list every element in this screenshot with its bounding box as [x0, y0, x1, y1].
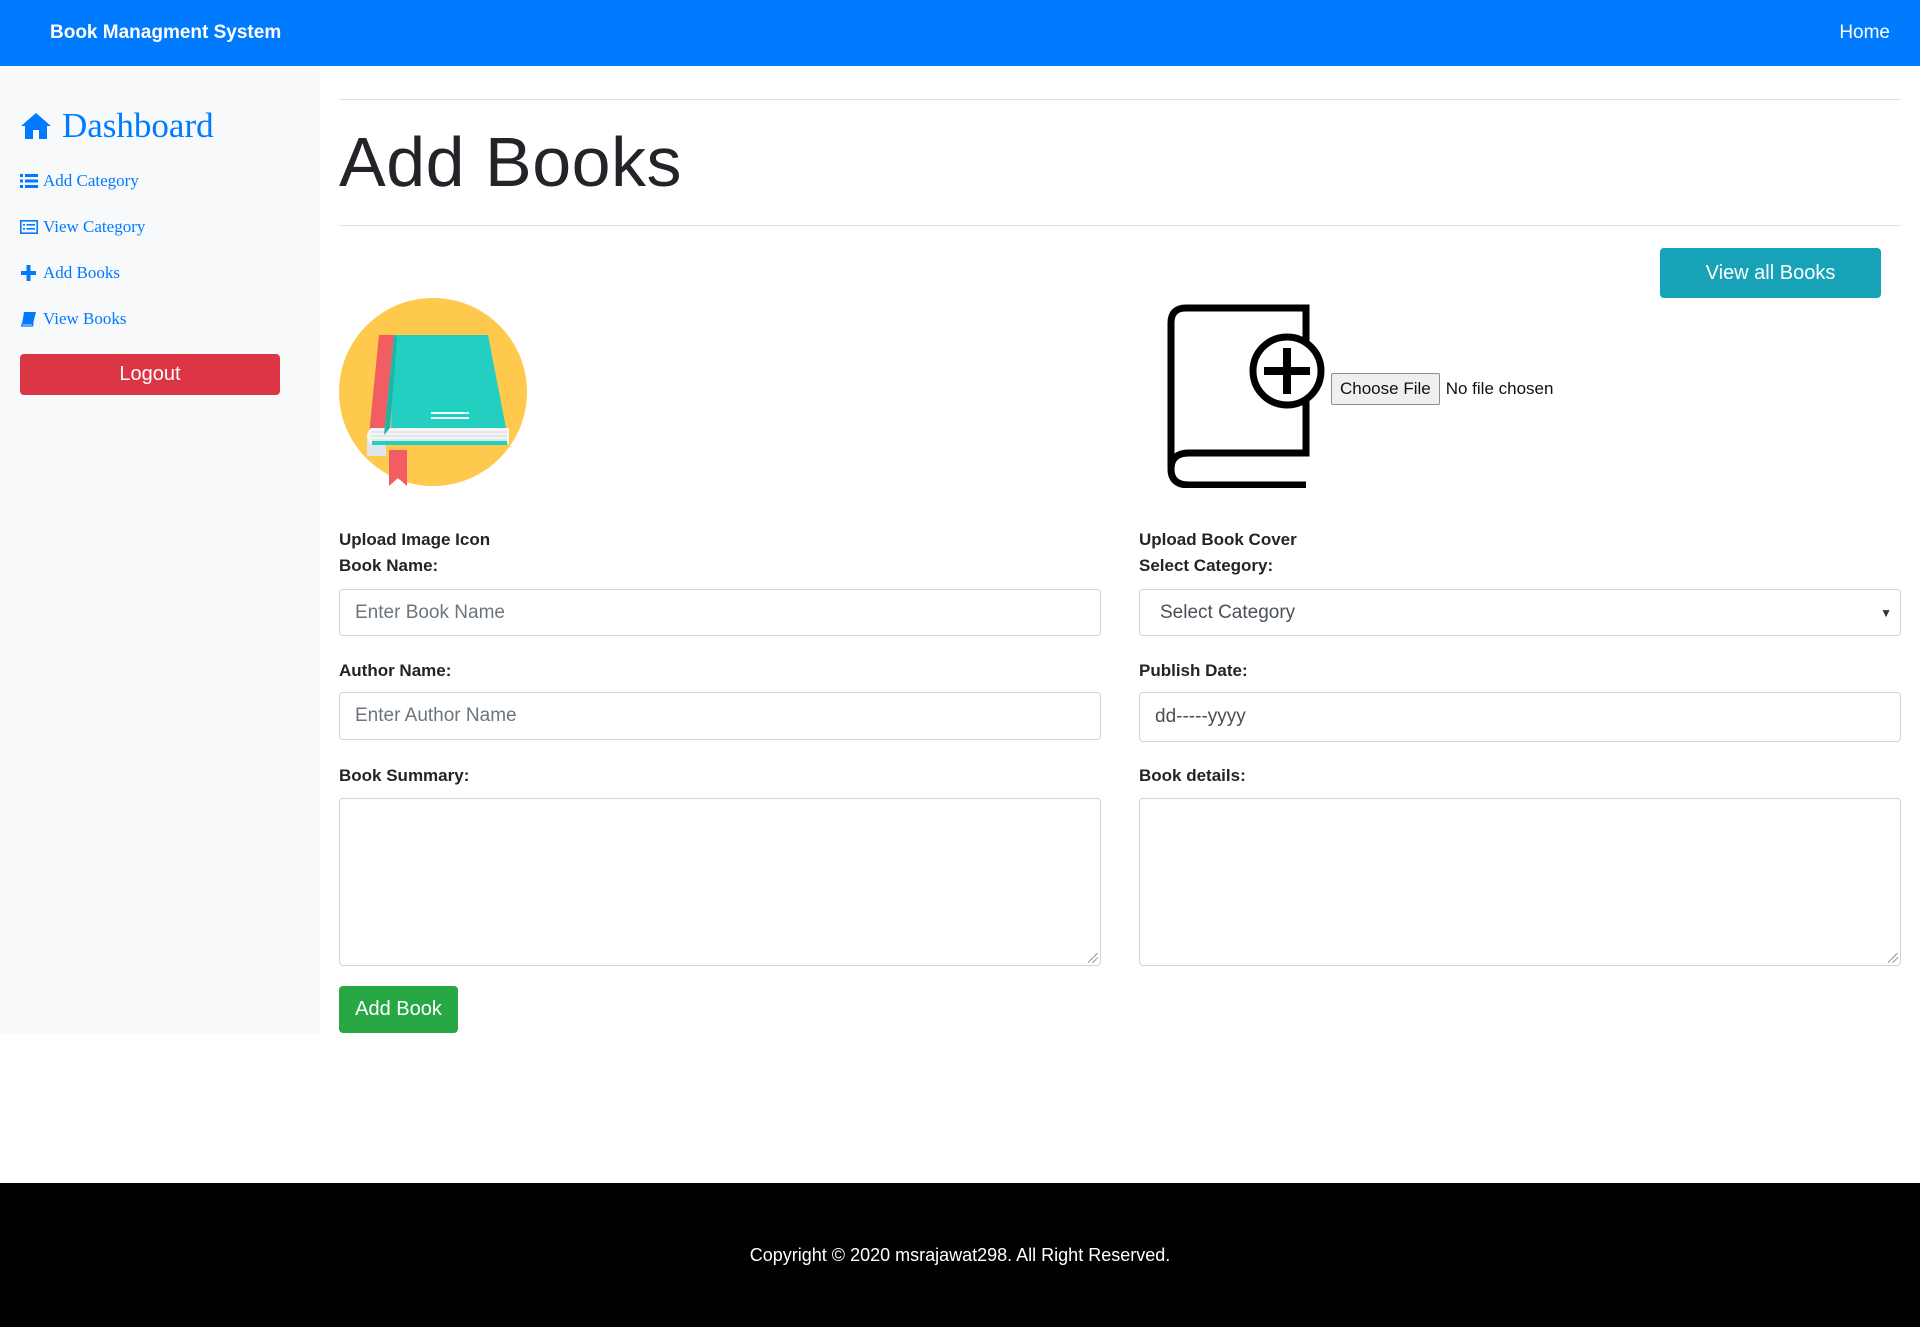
book-details-textarea[interactable] — [1139, 798, 1901, 966]
logout-button[interactable]: Logout — [20, 354, 280, 395]
book-add-icon — [1167, 304, 1325, 488]
brand-title[interactable]: Book Managment System — [50, 22, 281, 44]
resize-grip-icon[interactable] — [1088, 953, 1098, 963]
choose-file-button[interactable]: Choose File — [1331, 373, 1440, 405]
plus-icon — [21, 265, 36, 281]
select-category-label: Select Category: — [1139, 556, 1274, 575]
list-alt-icon — [20, 219, 38, 234]
add-book-button[interactable]: Add Book — [339, 986, 458, 1033]
sidebar-item-label: Add Books — [43, 263, 120, 282]
upload-image-icon-label: Upload Image Icon — [339, 530, 491, 549]
book-summary-textarea[interactable] — [339, 798, 1101, 966]
sidebar-item-label: Add Category — [43, 171, 139, 190]
top-navbar: Book Managment System Home — [0, 0, 1920, 66]
divider-bottom — [339, 225, 1901, 226]
category-selected-value: Select Category — [1160, 601, 1296, 623]
book-name-placeholder: Enter Book Name — [355, 601, 505, 623]
footer: Copyright © 2020 msrajawat298. All Right… — [0, 1183, 1920, 1327]
book-name-label: Book Name: — [339, 556, 439, 575]
sidebar-item-label: View Category — [43, 217, 146, 236]
file-upload: Choose File No file chosen — [1331, 373, 1553, 405]
book-icon — [20, 312, 36, 327]
chevron-down-icon: ▼ — [1880, 605, 1892, 620]
author-name-placeholder: Enter Author Name — [355, 705, 517, 726]
book-details-label: Book details: — [1139, 766, 1246, 785]
sidebar-dashboard-link[interactable]: Dashboard — [20, 106, 300, 146]
publish-date-input[interactable]: dd-----yyyy — [1139, 692, 1901, 742]
nav-home-link[interactable]: Home — [1839, 22, 1890, 44]
main-content: Add Books View all Books Choose File No … — [339, 66, 1901, 1033]
sidebar: Dashboard Add Category View Category Add… — [0, 66, 320, 1033]
page-title: Add Books — [339, 123, 683, 201]
category-select[interactable]: Select Category ▼ — [1139, 589, 1901, 636]
footer-copyright: Copyright © 2020 msrajawat298. All Right… — [749, 1244, 1171, 1265]
book-summary-label: Book Summary: — [339, 766, 470, 785]
sidebar-item-view-category[interactable]: View Category — [20, 204, 300, 250]
resize-grip-icon[interactable] — [1888, 953, 1898, 963]
sidebar-item-view-books[interactable]: View Books — [20, 296, 300, 342]
author-name-input[interactable]: Enter Author Name — [339, 692, 1101, 740]
sidebar-item-add-books[interactable]: Add Books — [20, 250, 300, 296]
view-all-books-button[interactable]: View all Books — [1660, 248, 1881, 298]
book-illustration-icon — [339, 298, 527, 486]
dashboard-label: Dashboard — [62, 106, 214, 145]
file-status: No file chosen — [1445, 379, 1554, 398]
publish-date-placeholder: dd-----yyyy — [1155, 706, 1246, 727]
author-name-label: Author Name: — [339, 661, 452, 680]
book-name-input[interactable]: Enter Book Name — [339, 589, 1101, 636]
upload-book-cover-label: Upload Book Cover — [1139, 530, 1297, 549]
list-icon — [20, 174, 38, 188]
publish-date-label: Publish Date: — [1139, 661, 1248, 680]
sidebar-item-add-category[interactable]: Add Category — [20, 158, 300, 204]
home-icon — [21, 113, 51, 139]
sidebar-item-label: View Books — [43, 309, 127, 328]
